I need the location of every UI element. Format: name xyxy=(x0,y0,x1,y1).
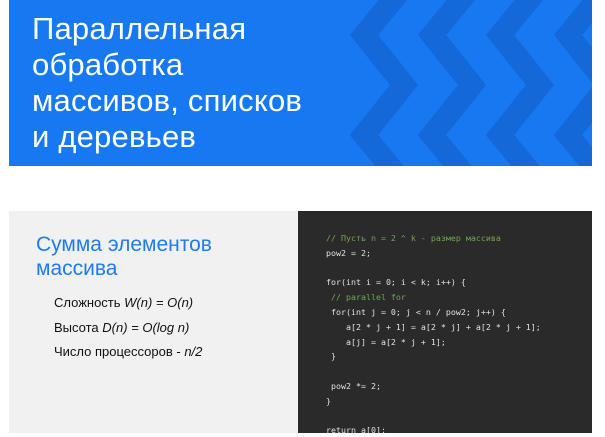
fact-depth: Высота D(n) = O(log n) xyxy=(54,316,202,341)
fact-label: Высота xyxy=(54,319,103,335)
code-line: for(int j = 0; j < n / pow2; j++) { xyxy=(326,306,506,317)
fact-label: Число процессоров - xyxy=(54,344,185,359)
code-line: } xyxy=(326,395,331,406)
code-line: } xyxy=(326,351,336,362)
banner-title-line: обработка xyxy=(32,47,184,82)
title-banner: Параллельная обработка массивов, списков… xyxy=(9,0,592,166)
slide-title: Сумма элементов массива xyxy=(36,233,212,281)
fact-value: W(n) = O(n) xyxy=(124,295,194,310)
code-line: a[j] = a[2 * j + 1]; xyxy=(326,336,446,347)
fact-value: n/2 xyxy=(184,344,203,359)
code-block: // Пусть n = 2 ^ k - размер массива pow2 … xyxy=(326,231,541,433)
code-line: pow2 *= 2; xyxy=(326,380,381,391)
code-comment-line: // parallel for xyxy=(326,292,406,303)
code-line: return a[0]; xyxy=(326,425,386,433)
fact-label: Сложность xyxy=(54,295,125,310)
fact-value: D(n) = O(log n) xyxy=(102,319,190,335)
slide-array-sum: Сумма элементов массива Сложность W(n) =… xyxy=(9,211,592,433)
complexity-facts: Сложность W(n) = O(n) Высота D(n) = O(lo… xyxy=(54,291,202,365)
code-line: pow2 = 2; xyxy=(326,247,371,258)
code-panel: // Пусть n = 2 ^ k - размер массива pow2 … xyxy=(298,211,592,433)
code-line: for(int i = 0; i < k; i++) { xyxy=(326,277,466,288)
fact-work: Сложность W(n) = O(n) xyxy=(54,291,202,316)
slide-title-line: Сумма элементов xyxy=(36,233,212,256)
banner-title: Параллельная обработка массивов, списков… xyxy=(32,11,302,155)
banner-title-line: Параллельная xyxy=(32,11,247,46)
code-comment-line: // Пусть n = 2 ^ k - размер массива xyxy=(326,233,501,243)
slide-title-line: массива xyxy=(36,257,118,280)
banner-title-line: и деревьев xyxy=(32,119,197,154)
code-line: a[2 * j + 1] = a[2 * j] + a[2 * j + 1]; xyxy=(326,321,541,332)
fact-processors: Число процессоров - n/2 xyxy=(54,340,202,365)
banner-title-line: массивов, списков xyxy=(32,83,303,118)
